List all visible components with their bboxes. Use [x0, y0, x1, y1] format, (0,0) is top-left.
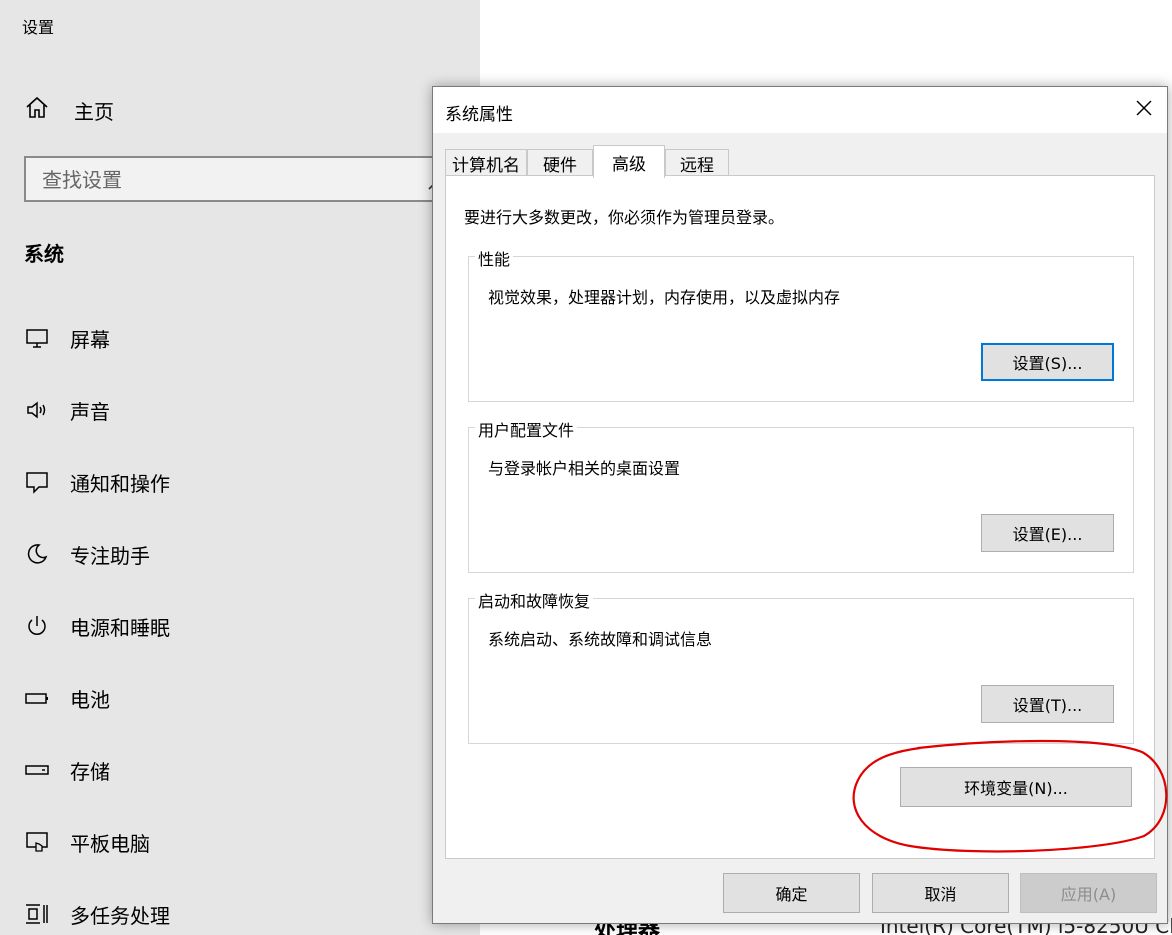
- tab-advanced[interactable]: 高级: [593, 145, 665, 178]
- nav-item-label: 多任务处理: [70, 903, 170, 928]
- close-icon: [1135, 99, 1153, 121]
- nav-item-label: 屏幕: [70, 327, 110, 352]
- performance-description: 视觉效果，处理器计划，内存使用，以及虚拟内存: [488, 288, 841, 307]
- nav-item-focus-assist[interactable]: 专注助手: [24, 526, 444, 582]
- apply-button[interactable]: 应用(A): [1020, 873, 1157, 913]
- search-input[interactable]: [26, 158, 424, 202]
- startup-recovery-group: 启动和故障恢复 系统启动、系统故障和调试信息 设置(T)...: [468, 588, 1134, 744]
- screen: 设置 主页 系统 屏幕 声: [0, 0, 1172, 935]
- user-profiles-description: 与登录帐户相关的桌面设置: [488, 459, 681, 478]
- tab-computer-name[interactable]: 计算机名: [445, 149, 527, 177]
- nav-item-label: 通知和操作: [70, 471, 170, 496]
- dialog-title: 系统属性: [445, 105, 513, 125]
- nav-item-notifications[interactable]: 通知和操作: [24, 454, 444, 510]
- nav-item-storage[interactable]: 存储: [24, 742, 444, 798]
- startup-recovery-settings-button[interactable]: 设置(T)...: [981, 685, 1114, 723]
- storage-icon: [24, 757, 50, 783]
- nav-item-multitasking[interactable]: 多任务处理: [24, 886, 444, 935]
- nav-item-label: 电源和睡眠: [70, 615, 170, 640]
- nav-item-battery[interactable]: 电池: [24, 670, 444, 726]
- speaker-icon: [24, 397, 50, 423]
- nav-home-label: 主页: [74, 99, 114, 124]
- user-profiles-group: 用户配置文件 与登录帐户相关的桌面设置 设置(E)...: [468, 417, 1134, 573]
- notification-icon: [24, 469, 50, 495]
- performance-group: 性能 视觉效果，处理器计划，内存使用，以及虚拟内存 设置(S)...: [468, 246, 1134, 402]
- nav-item-label: 声音: [70, 399, 110, 424]
- tab-hardware[interactable]: 硬件: [527, 149, 593, 177]
- cancel-button[interactable]: 取消: [872, 873, 1009, 913]
- monitor-icon: [24, 325, 50, 351]
- dialog-titlebar[interactable]: 系统属性: [433, 87, 1167, 133]
- user-profiles-legend: 用户配置文件: [475, 417, 578, 441]
- nav-item-power[interactable]: 电源和睡眠: [24, 598, 444, 654]
- nav-item-label: 平板电脑: [70, 831, 150, 856]
- performance-settings-button[interactable]: 设置(S)...: [981, 343, 1114, 381]
- multitask-icon: [24, 901, 50, 927]
- moon-icon: [24, 541, 50, 567]
- close-button[interactable]: [1121, 87, 1167, 133]
- startup-recovery-legend: 启动和故障恢复: [475, 588, 594, 612]
- environment-variables-button[interactable]: 环境变量(N)...: [900, 767, 1132, 807]
- nav-item-label: 存储: [70, 759, 110, 784]
- nav-item-label: 电池: [70, 687, 110, 712]
- nav-item-display[interactable]: 屏幕: [24, 310, 444, 366]
- tablet-icon: [24, 829, 50, 855]
- power-icon: [24, 613, 50, 639]
- nav-item-label: 专注助手: [70, 543, 150, 568]
- app-title: 设置: [22, 18, 55, 37]
- search-box[interactable]: [24, 156, 460, 202]
- performance-legend: 性能: [475, 246, 514, 270]
- startup-recovery-description: 系统启动、系统故障和调试信息: [488, 630, 713, 649]
- nav-item-sound[interactable]: 声音: [24, 382, 444, 438]
- section-title: 系统: [24, 242, 64, 266]
- system-properties-dialog: 系统属性 计算机名 硬件 高级 远程 要进行大多数更改，你必须作为管理员登录。 …: [432, 86, 1168, 924]
- settings-sidebar: 设置 主页 系统 屏幕 声: [0, 0, 480, 935]
- nav-home[interactable]: 主页: [24, 90, 114, 130]
- nav-item-tablet[interactable]: 平板电脑: [24, 814, 444, 870]
- tab-remote[interactable]: 远程: [665, 149, 729, 177]
- ok-button[interactable]: 确定: [723, 873, 860, 913]
- battery-icon: [24, 685, 50, 711]
- user-profiles-settings-button[interactable]: 设置(E)...: [981, 514, 1114, 552]
- home-icon: [24, 95, 50, 125]
- admin-notice: 要进行大多数更改，你必须作为管理员登录。: [464, 208, 785, 227]
